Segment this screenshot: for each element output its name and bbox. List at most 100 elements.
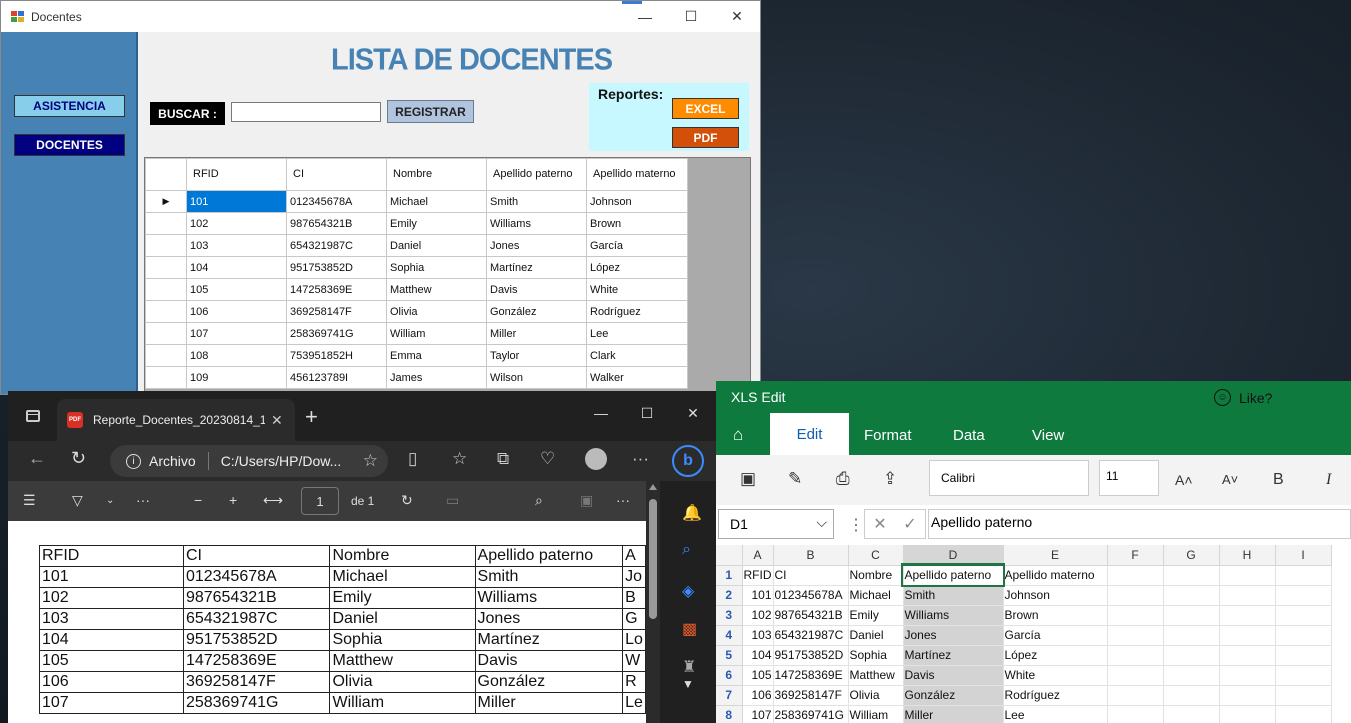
sheet-cell[interactable] (1163, 605, 1220, 626)
column-header[interactable]: E (1003, 545, 1108, 566)
tab-format[interactable]: Format (864, 427, 912, 444)
sheet-cell[interactable] (1275, 585, 1332, 606)
zoom-in-icon[interactable]: + (229, 492, 237, 508)
edge-close-button[interactable]: ✕ (670, 399, 716, 427)
info-icon[interactable]: i (126, 453, 141, 469)
grid-cell[interactable]: Matthew (386, 278, 487, 301)
grid-row[interactable]: 102 987654321B Emily Williams Brown (145, 212, 688, 235)
sheet-cell[interactable]: 106 (742, 685, 774, 706)
grid-cell[interactable]: Johnson (586, 190, 688, 213)
grid-cell[interactable]: Olivia (386, 300, 487, 323)
scrollbar-thumb[interactable] (649, 499, 657, 619)
grid-cell[interactable]: Davis (486, 278, 587, 301)
grid-cell[interactable]: 456123789I (286, 366, 387, 389)
sheet-cell[interactable] (1219, 685, 1276, 706)
sheet-cell[interactable]: Martínez (903, 645, 1004, 666)
pdf-button[interactable]: PDF (672, 127, 739, 148)
tab-actions-icon[interactable] (26, 410, 40, 422)
sheet-cell[interactable] (1219, 605, 1276, 626)
save-icon[interactable]: ▣ (580, 492, 593, 509)
sheet-cell[interactable]: Jones (903, 625, 1004, 646)
grid-cell[interactable]: Michael (386, 190, 487, 213)
grid-cell[interactable]: 987654321B (286, 212, 387, 235)
more-options-icon[interactable]: ··· (632, 449, 649, 469)
sheet-cell[interactable]: CI (773, 565, 849, 586)
grid-row[interactable]: 107 258369741G William Miller Lee (145, 322, 688, 345)
column-header[interactable]: D (903, 545, 1004, 566)
sheet-cell[interactable]: 369258147F (773, 685, 849, 706)
column-header[interactable]: G (1163, 545, 1220, 566)
sheet-cell[interactable]: Apellido paterno (901, 563, 1005, 587)
sheet-cell[interactable]: 147258369E (773, 665, 849, 686)
column-header[interactable]: A (742, 545, 774, 566)
row-header[interactable] (145, 212, 187, 235)
save-as-icon[interactable]: ✎ (788, 469, 802, 489)
sheet-cell[interactable]: López (1003, 645, 1108, 666)
grid-cell[interactable]: 101 (186, 190, 287, 213)
sheet-cell[interactable] (1219, 705, 1276, 723)
sheet-cell[interactable] (1163, 665, 1220, 686)
search-input[interactable] (231, 102, 381, 122)
bold-button[interactable]: B (1273, 471, 1284, 489)
grid-cell[interactable]: 147258369E (286, 278, 387, 301)
more-tools-icon[interactable]: ··· (136, 492, 150, 508)
save-icon[interactable]: ▣ (740, 469, 756, 489)
sheet-cell[interactable] (1107, 645, 1164, 666)
grid-cell[interactable]: 105 (186, 278, 287, 301)
row-number[interactable]: 7 (716, 685, 743, 706)
asistencia-button[interactable]: ASISTENCIA (14, 95, 125, 117)
grid-cell[interactable]: Wilson (486, 366, 587, 389)
sheet-cell[interactable] (1275, 685, 1332, 706)
confirm-edit-icon[interactable]: ✓ (903, 514, 916, 534)
grid-cell[interactable]: 106 (186, 300, 287, 323)
sheet-cell[interactable] (1107, 585, 1164, 606)
tab-reporte[interactable]: PDF Reporte_Docentes_20230814_14 ✕ (57, 399, 295, 441)
grid-cell[interactable]: James (386, 366, 487, 389)
sheet-cell[interactable]: Johnson (1003, 585, 1108, 606)
row-header[interactable] (145, 278, 187, 301)
shopping-tag-icon[interactable]: ◈ (682, 581, 694, 601)
row-header[interactable] (145, 322, 187, 345)
font-name-field[interactable]: Calibri (929, 460, 1089, 496)
sheet-cell[interactable]: Rodríguez (1003, 685, 1108, 706)
chevron-down-icon[interactable]: ⌄ (106, 495, 114, 506)
sheet-cell[interactable]: 258369741G (773, 705, 849, 723)
sheet-cell[interactable] (1107, 665, 1164, 686)
grid-cell[interactable]: Brown (586, 212, 688, 235)
sheet-cell[interactable]: 103 (742, 625, 774, 646)
grid-cell[interactable]: 104 (186, 256, 287, 279)
page-view-icon[interactable]: ▭ (446, 492, 459, 509)
sheet-cell[interactable]: RFID (742, 565, 774, 586)
row-number[interactable]: 4 (716, 625, 743, 646)
close-tab-icon[interactable]: ✕ (271, 412, 283, 429)
sheet-cell[interactable] (1163, 625, 1220, 646)
cancel-edit-icon[interactable]: ✕ (873, 514, 886, 534)
docentes-grid[interactable]: RFID CI Nombre Apellido paterno Apellido… (144, 157, 751, 394)
search-icon[interactable]: ⌕ (535, 492, 543, 509)
grid-cell[interactable]: Miller (486, 322, 587, 345)
row-number[interactable]: 1 (716, 565, 743, 586)
games-icon[interactable]: ♜ (682, 657, 696, 677)
sheet-cell[interactable]: Daniel (848, 625, 904, 646)
sidebar-chevron-icon[interactable]: ▼ (682, 677, 694, 691)
column-header[interactable]: RFID (186, 158, 287, 191)
grid-cell[interactable]: Martínez (486, 256, 587, 279)
formula-input[interactable]: Apellido paterno (928, 509, 1351, 539)
sheet-cell[interactable]: 012345678A (773, 585, 849, 606)
sheet-cell[interactable] (1107, 605, 1164, 626)
tab-edit[interactable]: Edit (770, 413, 849, 455)
spreadsheet-grid[interactable]: A B C D E F G H I 1 RFID CI Nombre Apellido … (716, 545, 1332, 723)
sheet-cell[interactable] (1163, 705, 1220, 723)
grid-cell[interactable]: Emma (386, 344, 487, 367)
row-header[interactable] (145, 344, 187, 367)
sheet-cell[interactable]: Emily (848, 605, 904, 626)
sheet-cell[interactable]: 951753852D (773, 645, 849, 666)
sheet-cell[interactable] (1163, 585, 1220, 606)
browser-essentials-icon[interactable]: ♡ (540, 449, 555, 469)
sheet-cell[interactable]: Matthew (848, 665, 904, 686)
grid-cell[interactable]: 108 (186, 344, 287, 367)
sheet-cell[interactable] (1219, 625, 1276, 646)
grid-cell[interactable]: Smith (486, 190, 587, 213)
row-header[interactable] (145, 366, 187, 389)
grid-cell[interactable]: 369258147F (286, 300, 387, 323)
